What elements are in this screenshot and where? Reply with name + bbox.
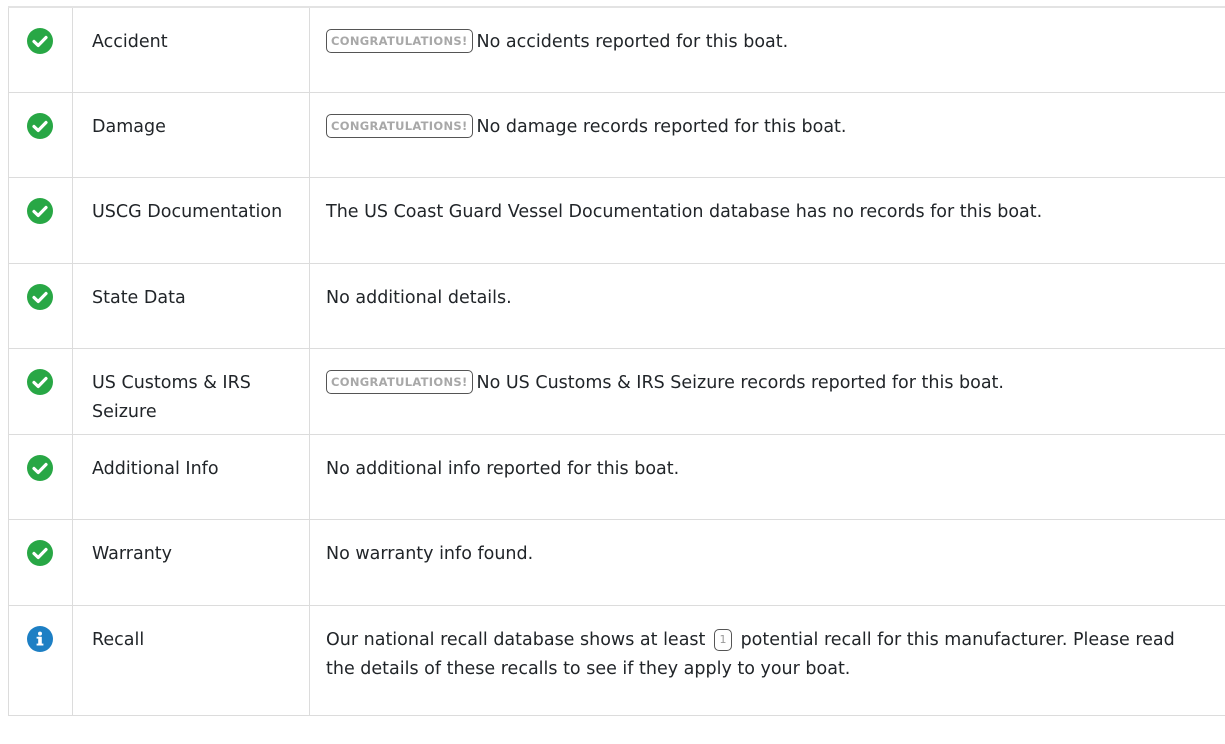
check-circle-icon (27, 197, 53, 224)
congratulations-badge: CONGRATULATIONS! (326, 113, 473, 138)
recall-count-badge: 1 (713, 628, 732, 651)
check-circle-icon (27, 368, 53, 395)
check-circle-icon (27, 112, 53, 139)
check-circle-icon (27, 283, 53, 310)
detail-text: No US Customs & IRS Seizure records repo… (476, 372, 1004, 393)
row-detail: CONGRATULATIONS! No damage records report… (310, 93, 1225, 142)
row-detail: CONGRATULATIONS! No US Customs & IRS Seiz… (310, 349, 1225, 398)
check-circle-icon (27, 454, 53, 481)
congratulations-badge: CONGRATULATIONS! (326, 369, 473, 394)
info-circle-icon (27, 625, 53, 652)
row-detail: No additional info reported for this boa… (326, 458, 680, 479)
table-row: Warranty No warranty info found. (8, 519, 1225, 606)
check-circle-icon (27, 539, 53, 566)
congratulations-badge: CONGRATULATIONS! (326, 29, 473, 53)
row-label: Damage (92, 116, 166, 137)
row-label: Accident (92, 32, 168, 52)
row-label: Warranty (92, 543, 173, 564)
detail-text: No damage records reported for this boat… (476, 116, 847, 137)
row-label: US Customs & IRS Seizure (92, 372, 251, 422)
row-detail: No additional details. (326, 287, 512, 308)
table-row: State Data No additional details. (8, 263, 1225, 349)
table-row: Accident CONGRATULATIONS! No accidents re… (8, 7, 1225, 93)
row-detail: No warranty info found. (326, 543, 534, 564)
table-row: USCG Documentation The US Coast Guard Ve… (8, 177, 1225, 264)
row-detail: Our national recall database shows at le… (310, 606, 1225, 684)
history-report-table: Accident CONGRATULATIONS! No accidents re… (8, 6, 1225, 716)
check-circle-icon (27, 28, 53, 54)
row-detail: The US Coast Guard Vessel Documentation … (326, 201, 1043, 222)
row-label: State Data (92, 287, 186, 308)
table-row: Additional Info No additional info repor… (8, 434, 1225, 520)
detail-text: No accidents reported for this boat. (476, 32, 789, 52)
row-label: Recall (92, 629, 145, 650)
row-label: Additional Info (92, 458, 219, 479)
table-row: Recall Our national recall database show… (8, 605, 1225, 716)
detail-text: Our national recall database shows at le… (326, 629, 706, 650)
table-row: US Customs & IRS Seizure CONGRATULATIONS… (8, 348, 1225, 435)
row-detail: CONGRATULATIONS! No accidents reported fo… (310, 8, 1225, 57)
row-label: USCG Documentation (92, 201, 283, 222)
table-row: Damage CONGRATULATIONS! No damage records… (8, 92, 1225, 178)
